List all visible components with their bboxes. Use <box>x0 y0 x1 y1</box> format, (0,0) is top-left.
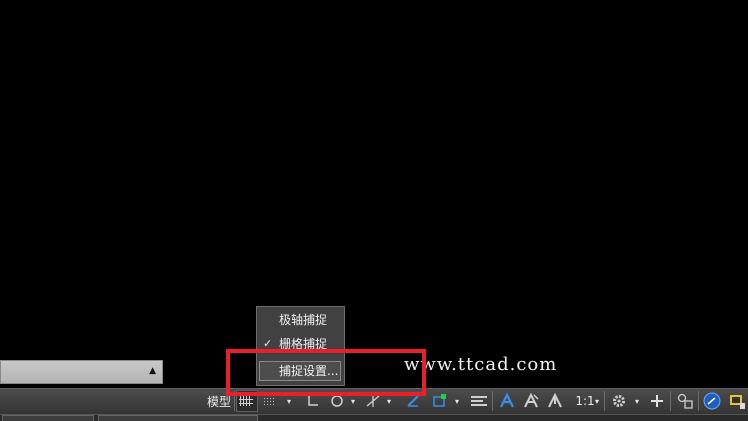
watermark-text: www.ttcad.com <box>404 354 558 375</box>
chevron-down-icon[interactable]: ▾ <box>451 390 463 412</box>
layout-tab[interactable] <box>98 415 258 421</box>
drawing-canvas[interactable] <box>0 0 748 388</box>
lineweight-icon[interactable] <box>468 390 490 412</box>
check-icon: ✓ <box>263 336 273 350</box>
menu-item-polar-snap[interactable]: 极轴捕捉 <box>257 308 342 330</box>
triangle-up-icon[interactable]: ▲ <box>149 365 156 377</box>
workspace-gear-icon[interactable] <box>608 390 630 412</box>
annotation-scale-icon[interactable] <box>544 390 566 412</box>
dynamic-ucs-icon[interactable] <box>428 390 450 412</box>
auto-scale-icon[interactable] <box>520 390 542 412</box>
annotation-visibility-icon[interactable] <box>496 390 518 412</box>
plus-icon[interactable] <box>646 390 668 412</box>
chevron-down-icon[interactable]: ▾ <box>592 390 602 412</box>
chevron-down-icon[interactable]: ▾ <box>631 390 643 412</box>
highlight-frame <box>226 349 426 396</box>
clean-screen-icon[interactable] <box>726 390 748 412</box>
menu-item-label: 极轴捕捉 <box>279 312 328 327</box>
layout-tab[interactable] <box>2 415 94 421</box>
isolate-objects-icon[interactable] <box>674 390 696 412</box>
hardware-acceleration-icon[interactable] <box>701 390 723 412</box>
command-line[interactable]: ▲ <box>0 360 163 384</box>
